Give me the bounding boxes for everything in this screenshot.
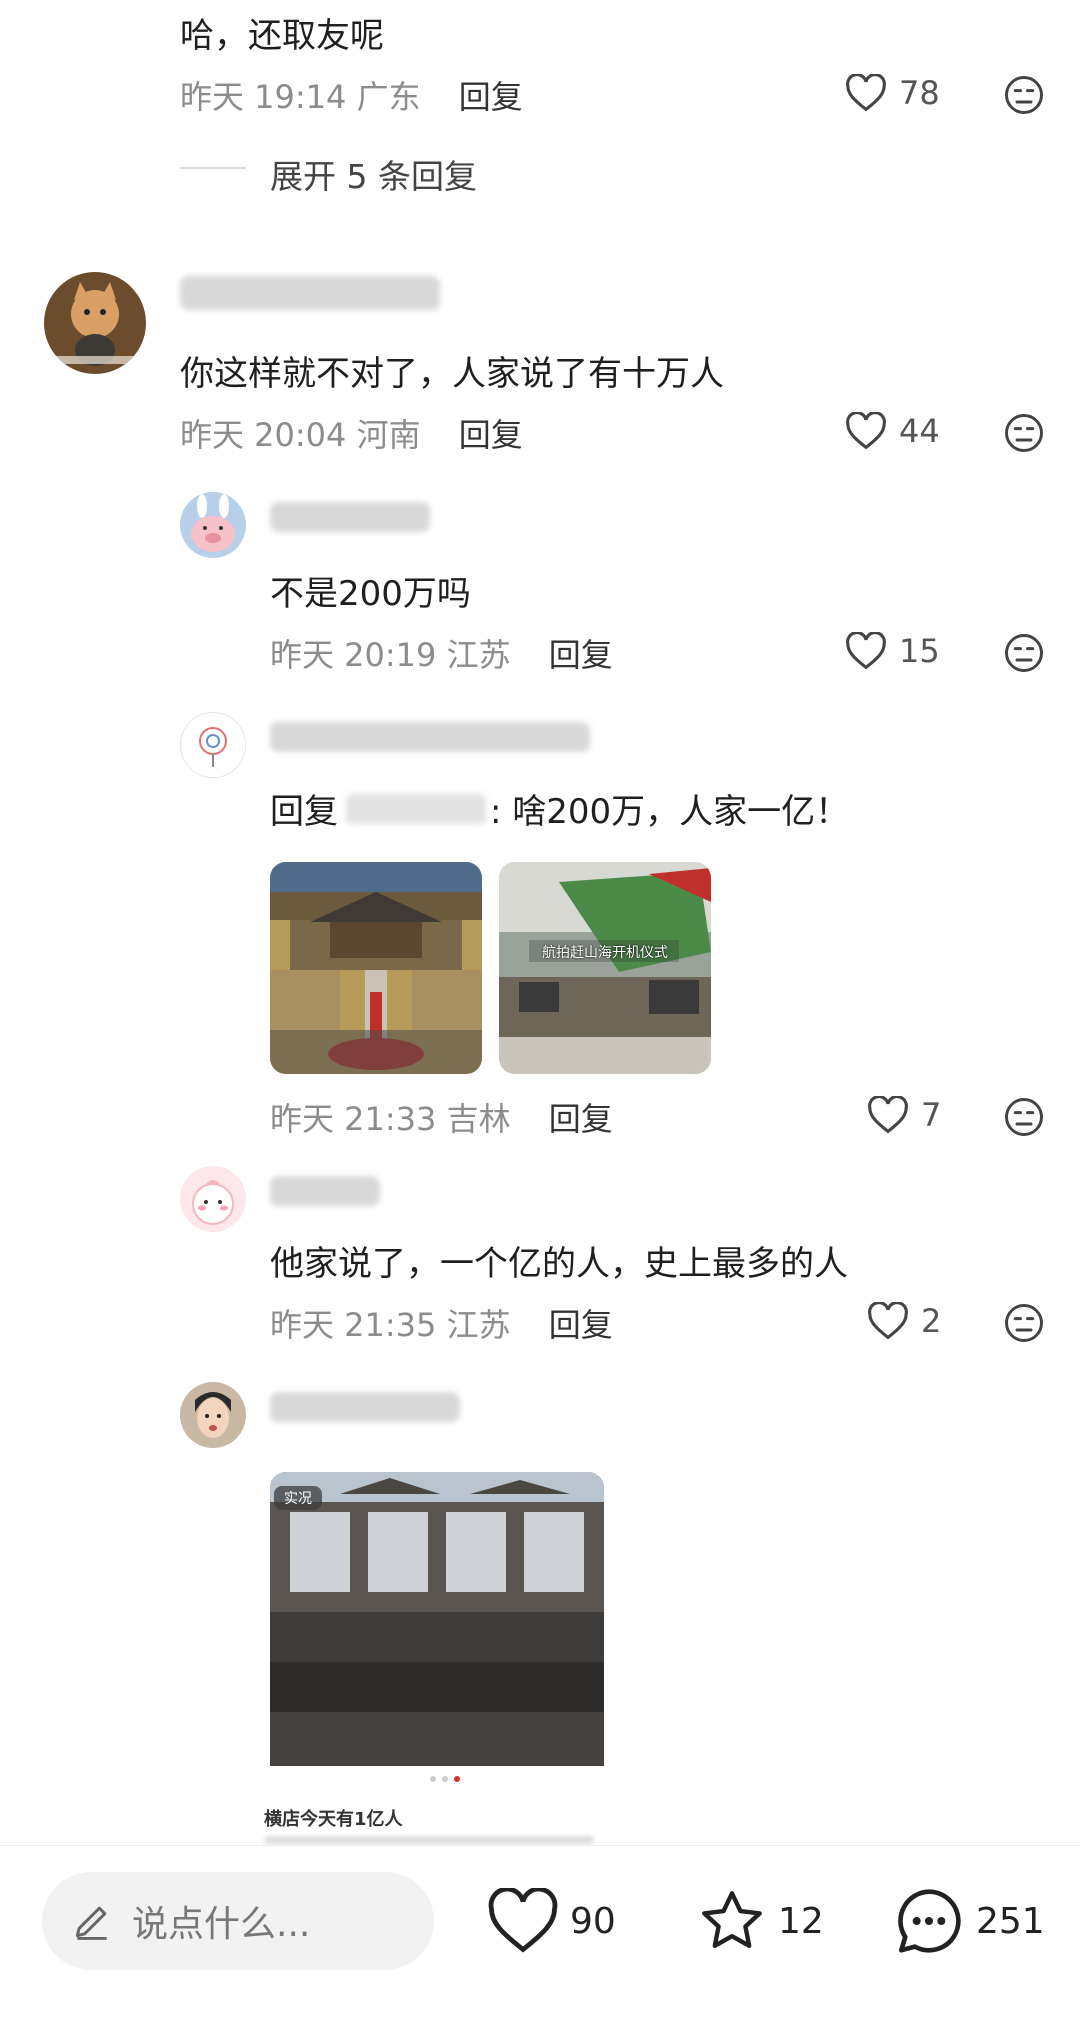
reply-button[interactable]: 回复: [459, 416, 523, 454]
comments-button[interactable]: 251: [892, 1884, 1045, 1958]
comment-image[interactable]: [270, 862, 482, 1074]
heart-icon: [488, 1888, 558, 1953]
heart-icon: [868, 1302, 908, 1340]
comment-time: 昨天 20:19: [270, 636, 437, 674]
avatar[interactable]: [180, 712, 246, 778]
heart-icon: [846, 632, 886, 670]
comment-region: 河南: [356, 416, 421, 454]
unamused-face-icon: [1005, 1098, 1043, 1136]
comment-4-text: : 啥200万，人家一亿！: [490, 792, 850, 832]
star-icon: [702, 1891, 762, 1948]
dislike-button[interactable]: [1003, 632, 1045, 674]
reply-button[interactable]: 回复: [549, 1306, 613, 1344]
heart-icon: [846, 74, 886, 112]
reply-button[interactable]: 回复: [459, 78, 523, 116]
comment-1-text: 哈，还取友呢: [180, 16, 384, 56]
like-count: 78: [899, 74, 940, 112]
comment-time: 昨天 19:14: [180, 78, 347, 116]
like-count: 44: [899, 412, 940, 450]
unamused-face-icon: [1005, 634, 1043, 672]
post-like-count: 90: [570, 1900, 616, 1942]
carousel-dot: [442, 1776, 448, 1782]
unamused-face-icon: [1005, 1304, 1043, 1342]
shared-post-caption: 横店今天有1亿人: [264, 1809, 403, 1830]
comment-5-meta: 昨天 21:35 江苏 回复: [270, 1300, 613, 1346]
avatar[interactable]: [180, 1382, 246, 1448]
reply-prefix: 回复: [270, 792, 338, 832]
pencil-icon: [75, 1906, 107, 1940]
comment-region: 吉林: [446, 1100, 511, 1138]
carousel-dot: [430, 1776, 436, 1782]
expand-divider: [180, 167, 246, 169]
like-button[interactable]: 78: [845, 74, 940, 112]
comment-time: 昨天 21:33: [270, 1100, 437, 1138]
unamused-face-icon: [1005, 76, 1043, 114]
like-button[interactable]: 15: [845, 632, 940, 670]
comment-time: 昨天 21:35: [270, 1306, 437, 1344]
reply-button[interactable]: 回复: [549, 636, 613, 674]
comment-input-placeholder: 说点什么...: [132, 1904, 311, 1945]
post-like-button[interactable]: 90: [486, 1888, 616, 1954]
favorite-button[interactable]: 12: [696, 1886, 824, 1956]
username[interactable]: [270, 1392, 460, 1422]
mentioned-username-blurred: [346, 793, 486, 824]
favorite-count: 12: [778, 1900, 824, 1942]
dislike-button[interactable]: [1003, 1096, 1045, 1138]
username[interactable]: [270, 722, 590, 752]
chat-bubble-icon: [898, 1889, 961, 1953]
comment-2-text: 你这样就不对了，人家说了有十万人: [180, 354, 724, 394]
avatar[interactable]: [180, 1166, 246, 1232]
comment-time: 昨天 20:04: [180, 416, 347, 454]
dislike-button[interactable]: [1003, 1302, 1045, 1344]
like-button[interactable]: 7: [867, 1096, 941, 1134]
comment-region: 广东: [356, 78, 421, 116]
like-count: 2: [921, 1302, 942, 1340]
comment-input[interactable]: 说点什么...: [42, 1872, 434, 1970]
comment-5-text: 他家说了，一个亿的人，史上最多的人: [270, 1244, 848, 1284]
comment-3-meta: 昨天 20:19 江苏 回复: [270, 630, 613, 676]
live-photo-badge: 实况: [274, 1486, 322, 1510]
comment-region: 江苏: [446, 636, 511, 674]
like-count: 15: [899, 632, 940, 670]
shared-post-image[interactable]: 实况: [270, 1472, 604, 1766]
like-count: 7: [921, 1096, 942, 1134]
unamused-face-icon: [1005, 414, 1043, 452]
comment-count: 251: [976, 1900, 1045, 1942]
reply-button[interactable]: 回复: [549, 1100, 613, 1138]
comment-region: 江苏: [446, 1306, 511, 1344]
like-button[interactable]: 2: [867, 1302, 941, 1340]
comment-image[interactable]: 航拍赶山海开机仪式: [499, 862, 711, 1074]
image-caption: 航拍赶山海开机仪式: [542, 945, 668, 961]
avatar[interactable]: [44, 272, 146, 374]
username[interactable]: [270, 502, 430, 532]
comment-2-meta: 昨天 20:04 河南 回复: [180, 410, 523, 456]
carousel-dot-active: [454, 1776, 460, 1782]
comment-1-meta: 昨天 19:14 广东 回复: [180, 72, 523, 118]
comment-4-text-row: 回复 : 啥200万，人家一亿！: [270, 784, 849, 833]
dislike-button[interactable]: [1003, 412, 1045, 454]
like-button[interactable]: 44: [845, 412, 940, 450]
shared-post-snippet-blurred: [264, 1836, 594, 1844]
dislike-button[interactable]: [1003, 74, 1045, 116]
comment-4-meta: 昨天 21:33 吉林 回复: [270, 1094, 613, 1140]
carousel-dots: [430, 1776, 460, 1782]
username[interactable]: [180, 276, 440, 310]
comment-3-text: 不是200万吗: [270, 574, 471, 614]
expand-replies-button[interactable]: 展开 5 条回复: [270, 150, 477, 198]
heart-icon: [868, 1096, 908, 1134]
heart-icon: [846, 412, 886, 450]
avatar[interactable]: [180, 492, 246, 558]
username[interactable]: [270, 1176, 380, 1206]
